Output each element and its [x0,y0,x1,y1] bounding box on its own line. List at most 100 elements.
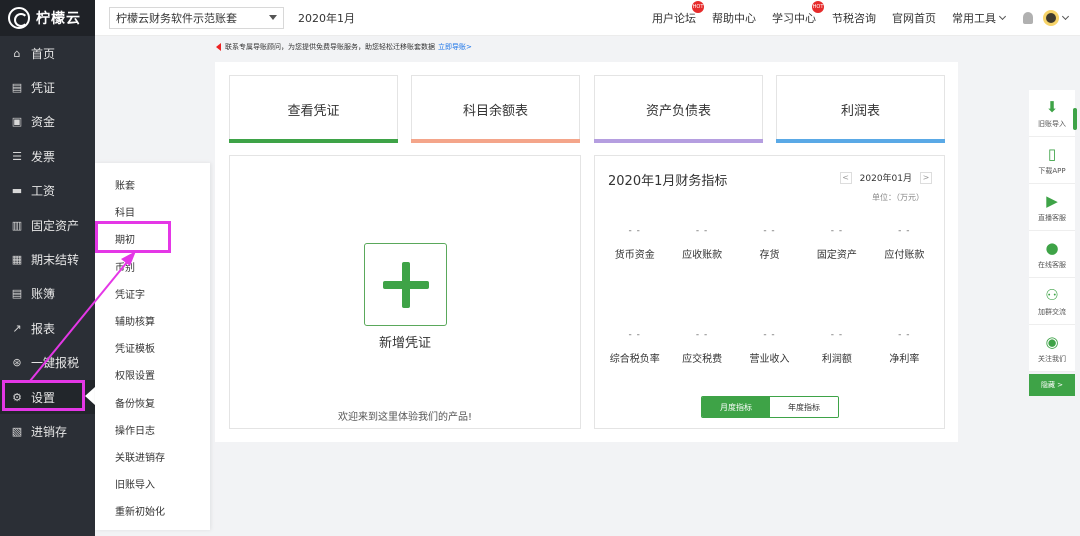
sidebar-item-label: 固定资产 [31,218,80,233]
metric-label: 存货 [759,250,780,261]
download-icon: ⬇ [1045,97,1059,116]
quick-card-label: 利润表 [840,103,880,119]
metric-item: - - 存货 [736,226,803,261]
finance-panel: 2020年1月财务指标 < 2020年01月 > 单位：（万元） - - 货币资金… [594,155,945,429]
sidebar-item-3[interactable]: ☰ 发票 [0,139,95,173]
next-month-button[interactable]: > [920,171,932,184]
metric-label: 综合税负率 [609,354,660,365]
quick-card-2[interactable]: 资产负债表 [594,75,763,143]
sidebar-item-5[interactable]: ▥ 固定资产 [0,208,95,242]
settings-menu-item-4[interactable]: 凭证字 [95,280,210,307]
account-select[interactable]: 柠檬云财务软件示范账套 [109,6,284,29]
sidebar-item-label: 报表 [31,321,56,336]
chevron-down-icon[interactable] [1061,12,1070,20]
settings-menu-item-3[interactable]: 币别 [95,253,210,280]
metric-item: - - 货币资金 [601,226,668,261]
top-link-1[interactable]: 帮助中心 [712,10,756,26]
settings-menu-item-6[interactable]: 凭证模板 [95,334,210,361]
indicator-toggle: 月度指标 年度指标 [701,396,839,418]
tools-menu[interactable]: 常用工具 [952,10,1007,26]
settings-highlight-box [2,380,85,411]
invoice-icon: ☰ [12,149,22,163]
sidebar-item-label: 工资 [31,184,56,199]
monthly-tab[interactable]: 月度指标 [702,397,770,417]
add-voucher-label[interactable]: 新增凭证 [230,332,580,351]
user-icon: ● [1045,238,1059,257]
prev-month-button[interactable]: < [839,171,852,184]
sidebar-item-1[interactable]: ▤ 凭证 [0,70,95,104]
finance-title: 2020年1月财务指标 [608,174,728,189]
hide-toolbar-button[interactable]: 隐藏 > [1029,374,1075,396]
sidebar-item-7[interactable]: ▤ 账簿 [0,277,95,311]
top-link-3[interactable]: 节税咨询 [832,10,876,26]
metric-value: - - [898,226,911,236]
unit-label: 单位：（万元） [872,193,924,202]
welcome-text: 欢迎来到这里体验我们的产品! [337,412,472,423]
settings-menu-item-7[interactable]: 权限设置 [95,361,210,388]
settings-menu-item-9[interactable]: 操作日志 [95,416,210,443]
settings-menu-item-12[interactable]: 重新初始化 [95,497,210,524]
sidebar-item-label: 资金 [31,115,56,130]
fund-icon: ▣ [11,115,23,129]
scrollbar[interactable] [1073,108,1077,130]
metric-value: - - [830,226,844,236]
sidebar-item-11[interactable]: ▧ 进销存 [0,414,95,448]
sidebar-item-8[interactable]: ↗ 报表 [0,311,95,345]
float-item-2[interactable]: ▶ 直播客服 [1029,184,1075,231]
asset-icon: ▥ [11,218,23,232]
wechat-icon: ◉ [1045,332,1059,351]
hot-badge: HOT [692,0,704,13]
settings-menu-item-11[interactable]: 旧账导入 [95,470,210,497]
main-content: 查看凭证 科目余额表 资产负债表 利润表 新增凭证 欢迎来到这里体验我们的产品! 20… [215,62,958,442]
sidebar-item-2[interactable]: ▣ 资金 [0,105,95,139]
quick-card-accent [411,139,580,143]
metric-label: 货币资金 [614,250,655,261]
quick-card-1[interactable]: 科目余额表 [411,75,580,143]
top-link-4[interactable]: 官网首页 [892,10,936,26]
metric-value: - - [763,226,776,236]
float-item-1[interactable]: ▯ 下载APP [1029,137,1075,184]
metric-label: 应收账款 [682,250,723,261]
metric-value: - - [628,330,641,340]
top-link-0[interactable]: 用户论坛 HOT [652,0,704,26]
quick-card-label: 查看凭证 [287,103,340,119]
metric-item: - - 固定资产 [803,226,870,261]
notice-link[interactable]: 立即导账> [438,42,472,52]
float-item-5[interactable]: ◉ 关注我们 [1029,325,1075,372]
quick-card-accent [776,139,945,143]
sidebar-item-label: 账簿 [31,287,56,302]
yearly-tab[interactable]: 年度指标 [770,397,838,417]
float-item-4[interactable]: ⚇ 加群交流 [1029,278,1075,325]
sidebar-item-label: 首页 [31,46,56,61]
quick-card-3[interactable]: 利润表 [776,75,945,143]
app-logo[interactable]: 柠檬云 [0,0,95,36]
bell-icon[interactable] [1023,11,1033,24]
metric-item: - - 综合税负率 [601,330,668,365]
metric-value: - - [695,330,709,340]
sidebar-item-4[interactable]: ▬ 工资 [0,174,95,208]
date-nav: < 2020年01月 > [839,171,932,184]
sidebar-item-9[interactable]: ⊛ 一键报税 [0,346,95,380]
metric-label: 利润额 [821,354,852,365]
add-voucher-button[interactable] [364,243,447,326]
float-item-3[interactable]: ● 在线客服 [1029,231,1075,278]
metric-label: 净利率 [889,354,920,365]
metric-label: 应交税费 [682,354,723,365]
settings-menu-item-8[interactable]: 备份恢复 [95,389,210,416]
metric-label: 应付账款 [884,250,925,261]
float-item-0[interactable]: ⬇ 旧账导入 [1029,90,1075,137]
sidebar-item-6[interactable]: ▦ 期末结转 [0,242,95,276]
top-link-2[interactable]: 学习中心 HOT [772,0,824,26]
top-link-label: 学习中心 [772,11,816,25]
top-link-label: 用户论坛 [652,11,696,25]
avatar[interactable] [1043,9,1059,26]
settings-menu-item-0[interactable]: 账套 [95,171,210,198]
sidebar-item-0[interactable]: ⌂ 首页 [0,36,95,70]
sidebar-item-label: 发票 [31,149,56,164]
quick-card-label: 科目余额表 [462,103,528,119]
quick-card-0[interactable]: 查看凭证 [229,75,398,143]
settings-menu-item-10[interactable]: 关联进销存 [95,443,210,470]
top-bar: 柠檬云财务软件示范账套 2020年1月 用户论坛 HOT 帮助中心 学习中心 HOT 节税… [95,0,1080,36]
settings-menu-item-5[interactable]: 辅助核算 [95,307,210,334]
inventory-icon: ▧ [11,424,23,438]
